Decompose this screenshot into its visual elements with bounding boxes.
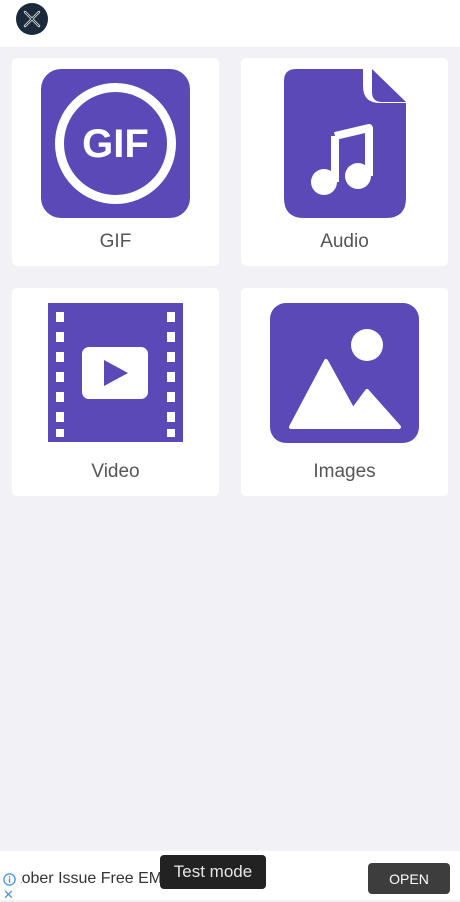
ad-text: ctober Issue Free EMa — [21, 870, 171, 887]
audio-label: Audio — [320, 231, 369, 252]
top-bar — [0, 0, 460, 47]
ad-close-icon[interactable]: ✕ — [3, 888, 14, 901]
gif-label: GIF — [99, 231, 132, 252]
gif-card[interactable]: GIF GIF — [12, 58, 219, 266]
audio-card[interactable]: Audio — [241, 58, 448, 266]
svg-text:GIF: GIF — [82, 122, 149, 166]
video-label: Video — [91, 461, 140, 482]
test-mode-badge: Test mode — [160, 855, 266, 889]
image-icon — [270, 303, 419, 443]
gif-icon: GIF — [41, 69, 190, 218]
ad-open-button[interactable]: OPEN — [368, 863, 450, 894]
video-card[interactable]: Video — [12, 288, 219, 496]
audio-file-icon — [284, 69, 406, 218]
images-card[interactable]: Images — [241, 288, 448, 496]
video-film-icon — [48, 303, 183, 442]
close-circle-icon[interactable] — [16, 3, 48, 35]
images-label: Images — [313, 461, 376, 482]
info-icon[interactable] — [3, 873, 16, 886]
